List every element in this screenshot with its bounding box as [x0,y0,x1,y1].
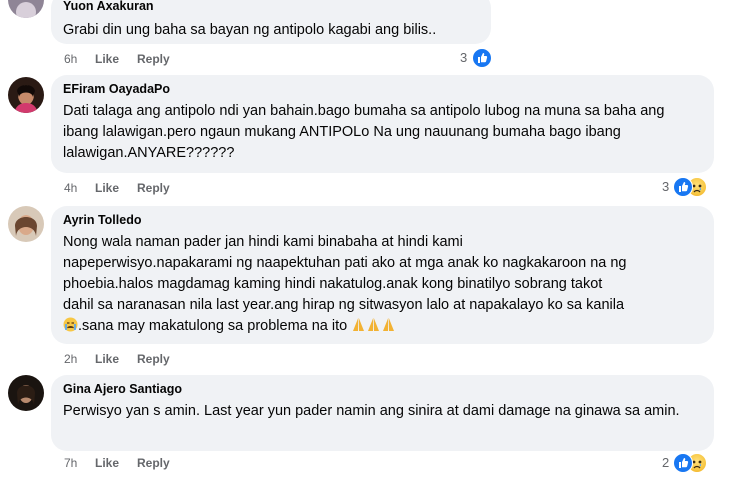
comment-time[interactable]: 6h [64,52,77,66]
comment-bubble: Gina Ajero Santiago Perwisyo yan s amin.… [51,375,714,451]
reaction-summary[interactable]: 3 [460,48,500,68]
comment-text-line: dahil sa naranasan nila last year.ang hi… [63,297,625,313]
reply-button[interactable]: Reply [137,456,170,470]
comment-text-line: .sana may makatulong sa problema na ito [63,316,702,337]
comment-author[interactable]: EFiram OayadaPo [63,81,702,97]
reaction-count: 2 [662,455,670,470]
comment-text-line: Nong wala naman pader jan hindi kami bin… [63,234,463,250]
like-button[interactable]: Like [95,181,119,195]
praying-hands-icon [351,317,366,332]
comment-author[interactable]: Ayrin Tolledo [63,212,702,228]
comment-bubble: EFiram OayadaPo Dati talaga ang antipolo… [51,75,714,173]
avatar[interactable] [8,375,44,411]
comment-text: Grabi din ung baha sa bayan ng antipolo … [63,22,437,38]
like-reaction-icon [472,48,492,68]
crying-emoji-icon [63,317,78,332]
reaction-count: 3 [662,179,670,194]
comment-text: Perwisyo yan s amin. Last year yun pader… [63,403,680,419]
comment-bubble: Ayrin Tolledo Nong wala naman pader jan … [51,206,714,344]
praying-hands-icon [381,317,396,332]
like-reaction-icon [673,453,693,473]
comment-bubble: Yuon Axakuran Grabi din ung baha sa baya… [51,0,491,44]
like-button[interactable]: Like [95,456,119,470]
like-button[interactable]: Like [95,352,119,366]
avatar[interactable] [8,0,44,18]
reaction-count: 3 [460,50,468,65]
comment-text: Nong wala naman pader jan hindi kami bin… [63,232,702,337]
comment-time[interactable]: 7h [64,456,77,470]
reply-button[interactable]: Reply [137,352,170,366]
comment-text-line: napeperwisyo.napakarami ng naapektuhan p… [63,255,627,271]
reply-button[interactable]: Reply [137,181,170,195]
comment-text-line: phoebia.halos magdamag kaming hindi naka… [63,276,603,292]
like-button[interactable]: Like [95,52,119,66]
reaction-summary[interactable]: 2 [662,453,718,473]
like-reaction-icon [673,177,693,197]
comment-time[interactable]: 2h [64,352,77,366]
reaction-summary[interactable]: 3 [662,177,718,197]
comment-time[interactable]: 4h [64,181,77,195]
comment-author[interactable]: Yuon Axakuran [63,0,479,14]
reply-button[interactable]: Reply [137,52,170,66]
avatar[interactable] [8,206,44,242]
comment-author[interactable]: Gina Ajero Santiago [63,381,702,397]
praying-hands-icon [366,317,381,332]
comment-text: Dati talaga ang antipolo ndi yan bahain.… [63,103,665,161]
avatar[interactable] [8,77,44,113]
